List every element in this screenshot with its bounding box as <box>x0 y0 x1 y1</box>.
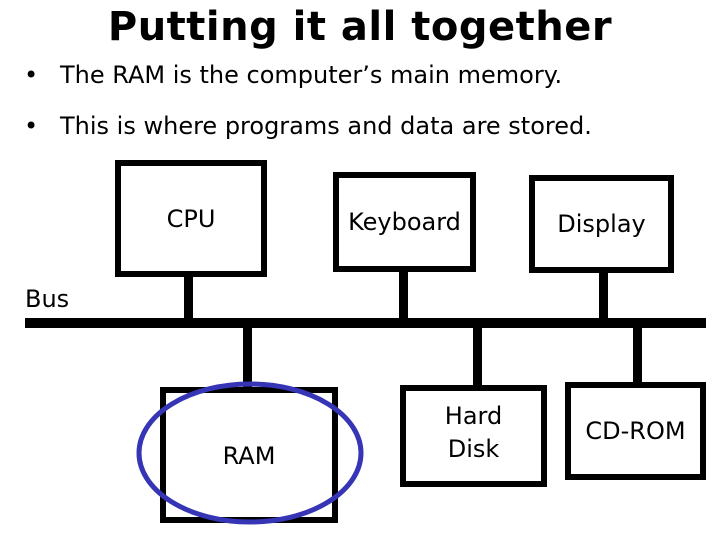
keyboard-box: Keyboard <box>333 172 476 272</box>
slide-title: Putting it all together <box>107 4 613 50</box>
keyboard-label: Keyboard <box>348 208 461 236</box>
ram-bus-connector <box>243 328 252 388</box>
ram-label: RAM <box>222 442 276 470</box>
system-bus <box>25 318 706 328</box>
display-bus-connector <box>599 273 608 319</box>
display-box: Display <box>529 175 674 273</box>
bus-label: Bus <box>25 285 70 313</box>
cpu-label: CPU <box>166 205 216 233</box>
ram-box: RAM <box>160 387 338 523</box>
cd-rom-label: CD-ROM <box>585 417 686 445</box>
cpu-box: CPU <box>115 160 267 277</box>
bullet-text: The RAM is the computer’s main memory. <box>60 61 563 89</box>
hard-disk-label-line1: Hard <box>444 402 503 430</box>
hard-disk-box: Hard Disk <box>400 385 547 487</box>
hard-disk-label-line2: Disk <box>447 435 500 463</box>
display-label: Display <box>557 210 646 238</box>
bullet-marker: • <box>24 112 39 140</box>
bullet-marker: • <box>24 61 39 89</box>
cd-rom-bus-connector <box>633 328 642 383</box>
cpu-bus-connector <box>184 277 193 319</box>
cd-rom-box: CD-ROM <box>565 382 706 480</box>
hard-disk-bus-connector <box>473 328 482 386</box>
keyboard-bus-connector <box>399 272 408 319</box>
bullet-text: This is where programs and data are stor… <box>60 112 592 140</box>
